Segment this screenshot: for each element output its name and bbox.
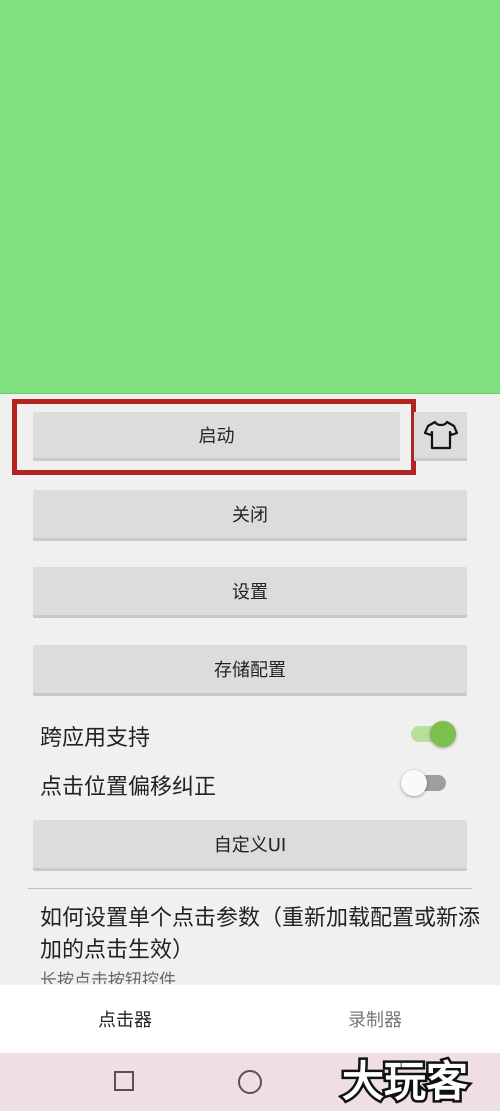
custom-ui-button[interactable]: 自定义UI	[33, 820, 467, 871]
svg-text:大玩客: 大玩客	[342, 1057, 468, 1106]
cross-app-support-label: 跨应用支持	[40, 726, 151, 751]
switch-thumb	[430, 721, 456, 747]
tab-clicker[interactable]: 点击器	[0, 985, 250, 1053]
save-config-button[interactable]: 存储配置	[33, 645, 467, 696]
shirt-icon	[423, 420, 458, 450]
tab-recorder[interactable]: 录制器	[250, 985, 500, 1053]
square-icon[interactable]	[114, 1071, 134, 1091]
help-title: 如何设置单个点击参数（重新加载配置或新添加的点击生效）	[40, 906, 481, 963]
help-subtitle: 长按点击按钮控件	[40, 971, 176, 984]
divider	[28, 888, 472, 889]
theme-button[interactable]	[414, 412, 467, 461]
settings-button[interactable]: 设置	[33, 567, 467, 618]
switch-thumb	[401, 770, 427, 796]
close-button[interactable]: 关闭	[33, 490, 467, 541]
top-banner	[0, 0, 500, 394]
circle-icon[interactable]	[238, 1070, 262, 1094]
watermark-logo: 大玩客	[340, 1055, 471, 1107]
bottom-tab-bar: 点击器 录制器	[0, 985, 500, 1053]
offset-correction-label: 点击位置偏移纠正	[40, 775, 217, 800]
highlight-box	[12, 399, 416, 475]
